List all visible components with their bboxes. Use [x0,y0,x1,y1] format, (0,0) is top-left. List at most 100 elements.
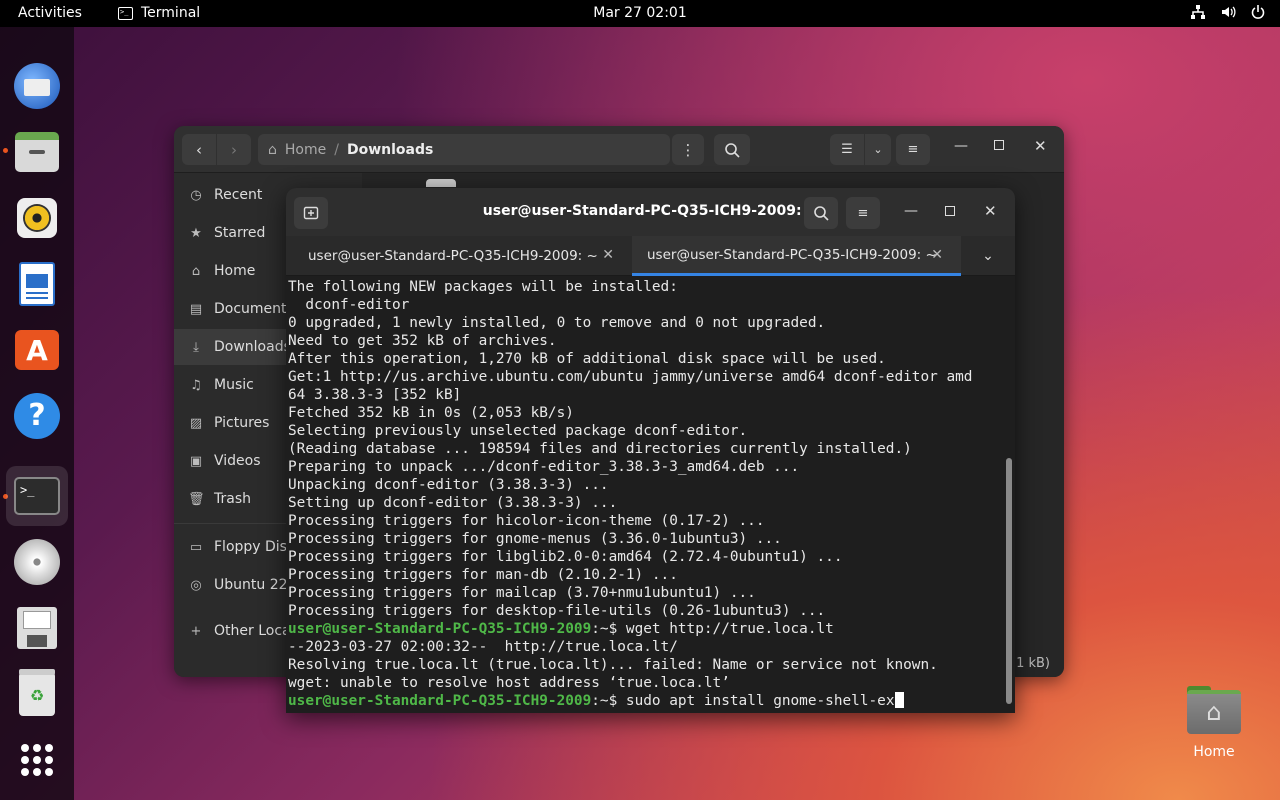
minimize-icon: — [954,138,968,154]
terminal-menu-button[interactable]: ≡ [846,197,880,229]
close-button[interactable]: ✕ [1034,137,1047,155]
terminal-tab-1[interactable]: user@user-Standard-PC-Q35-ICH9-2009: ~ ✕ [286,236,632,276]
minimize-button[interactable]: — [954,138,968,154]
clock[interactable]: Mar 27 02:01 [593,5,686,21]
maximize-button[interactable] [994,140,1004,150]
sidebar-item-label: Downloads [214,339,291,355]
terminal-icon: >_ [118,6,133,20]
file-icon[interactable] [426,179,456,187]
dock-files[interactable] [6,122,68,182]
terminal-scrollbar[interactable] [1006,458,1012,704]
activities-button[interactable]: Activities [18,5,82,21]
help-icon: ? [14,393,60,439]
back-button[interactable]: ‹ [182,134,216,165]
dock-software[interactable]: A [6,320,68,380]
path-menu-button[interactable]: ⋮ [672,134,704,165]
floppy-icon [17,607,57,649]
close-icon: ✕ [984,202,997,220]
writer-icon [19,262,55,306]
video-icon: ▣ [189,453,203,469]
tab-label: user@user-Standard-PC-Q35-ICH9-2009: ~ [647,246,937,263]
terminal-prompt-line: user@user-Standard-PC-Q35-ICH9-2009:~$ s… [288,692,1000,710]
list-view-icon: ☰ [841,142,853,157]
terminal-search-button[interactable] [804,197,838,229]
terminal-command: sudo apt install gnome-shell-ex [625,693,895,709]
top-bar: Activities >_ Terminal Mar 27 02:01 [0,0,1280,27]
desktop-home-label: Home [1193,744,1235,760]
terminal-line: (Reading database ... 198594 files and d… [288,441,912,457]
kebab-icon: ⋮ [680,140,696,159]
power-icon [1251,5,1265,19]
terminal-output[interactable]: The following NEW packages will be insta… [288,276,1000,713]
terminal-maximize-button[interactable] [945,206,955,216]
dock-rhythmbox[interactable] [6,188,68,248]
terminal-line: Need to get 352 kB of archives. [288,333,557,349]
minimize-icon: — [904,203,918,219]
close-icon[interactable]: ✕ [602,247,614,263]
terminal-line: Unpacking dconf-editor (3.38.3-3) ... [288,477,609,493]
terminal-tab-bar: user@user-Standard-PC-Q35-ICH9-2009: ~ ✕… [286,236,1015,276]
view-options-button[interactable]: ⌄ [865,134,891,165]
terminal-line: Processing triggers for hicolor-icon-the… [288,513,765,529]
document-icon: ▤ [189,301,203,317]
hamburger-icon: ≡ [907,142,919,157]
chevron-down-icon: ⌄ [873,143,883,156]
picture-icon: ▨ [189,415,203,431]
prompt-user-host: user@user-Standard-PC-Q35-ICH9-2009 [288,621,592,637]
disc-icon [14,539,60,585]
show-apps-button[interactable] [6,730,68,790]
chevron-right-icon: › [231,140,237,159]
terminal-line: Get:1 http://us.archive.ubuntu.com/ubunt… [288,369,973,385]
terminal-line: 64 3.38.3-3 [352 kB] [288,387,462,403]
terminal-line: --2023-03-27 02:00:32-- http://true.loca… [288,639,678,655]
text-cursor [894,692,904,708]
dock-writer[interactable] [6,254,68,314]
search-button[interactable] [714,134,750,165]
close-icon[interactable]: ✕ [931,247,943,263]
path-bar[interactable]: ⌂ Home / Downloads [258,134,670,165]
dock-trash[interactable]: ♻ [6,664,68,724]
home-icon: ⌂ [268,141,277,158]
terminal-close-button[interactable]: ✕ [984,202,997,220]
terminal-prompt-line: user@user-Standard-PC-Q35-ICH9-2009:~$ w… [288,620,1000,638]
rhythmbox-icon [17,198,57,238]
sidebar-item-label: Recent [214,187,263,203]
terminal-tab-2[interactable]: user@user-Standard-PC-Q35-ICH9-2009: ~ ✕ [632,236,961,276]
dock-thunderbird[interactable] [6,56,68,116]
view-list-button[interactable]: ☰ [830,134,864,165]
network-icon [1191,5,1205,19]
search-icon [814,206,829,221]
terminal-minimize-button[interactable]: — [904,203,918,219]
new-tab-button[interactable] [294,197,328,229]
sidebar-item-label: Trash [214,491,251,507]
terminal-line: 0 upgraded, 1 newly installed, 0 to remo… [288,315,826,331]
terminal-line: Preparing to unpack .../dconf-editor_3.3… [288,459,800,475]
prompt-user-host: user@user-Standard-PC-Q35-ICH9-2009 [288,693,592,709]
volume-icon [1222,6,1236,18]
software-icon: A [15,330,59,370]
app-name: Terminal [141,5,201,21]
dock-disc[interactable] [6,532,68,592]
status-size: .1 kB) [1011,656,1050,671]
path-home[interactable]: Home [285,142,326,158]
music-icon: ♫ [190,377,202,393]
thunderbird-icon [14,63,60,109]
terminal-line: Fetched 352 kB in 0s (2,053 kB/s) [288,405,574,421]
path-current[interactable]: Downloads [347,142,433,158]
files-menu-button[interactable]: ≡ [896,134,930,165]
forward-button[interactable]: › [217,134,251,165]
system-tray[interactable] [1190,4,1266,20]
path-separator: / [334,141,339,158]
app-menu[interactable]: >_ Terminal [118,5,200,21]
dock-help[interactable]: ? [6,386,68,446]
desktop-home-icon[interactable]: ⌂ Home [1178,682,1250,760]
files-icon [15,132,59,172]
dock-terminal[interactable]: >_ [6,466,68,526]
dock-floppy[interactable] [6,598,68,658]
tab-list-button[interactable]: ⌄ [961,236,1015,276]
terminal-line: Resolving true.loca.lt (true.loca.lt)...… [288,657,938,673]
terminal-headerbar: user@user-Standard-PC-Q35-ICH9-2009: ~ ≡… [286,188,1015,236]
home-folder-icon: ⌂ [1185,682,1243,736]
prompt-suffix: :~$ [591,621,626,637]
download-icon: ⤓ [193,339,199,355]
